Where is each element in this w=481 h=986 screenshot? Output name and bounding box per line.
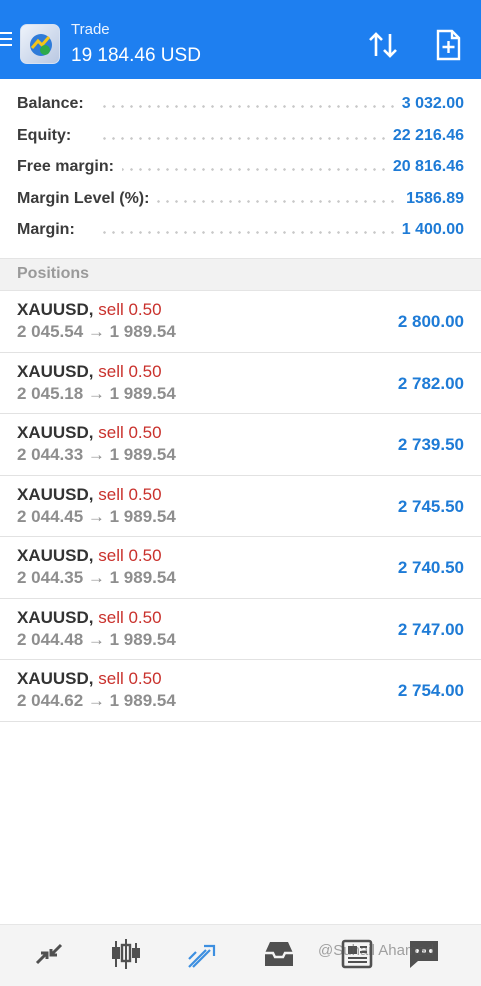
free-margin-value: 20 816.46 bbox=[384, 158, 464, 176]
trade-icon[interactable] bbox=[182, 937, 222, 973]
position-profit: 2 740.50 bbox=[397, 558, 464, 577]
position-side: sell 0.50 bbox=[98, 423, 162, 442]
position-row[interactable]: XAUUSD, sell 0.50 2 044.35 → 1 989.54 2 … bbox=[0, 537, 481, 599]
menu-icon[interactable] bbox=[0, 32, 14, 50]
position-symbol: XAUUSD, bbox=[17, 300, 94, 319]
position-side: sell 0.50 bbox=[98, 484, 162, 504]
app-header: Trade 19 184.46 USD bbox=[0, 0, 481, 79]
balance-value: 3 032.00 bbox=[393, 95, 464, 113]
position-side: sell 0.50 bbox=[98, 607, 162, 627]
chart-icon[interactable] bbox=[106, 937, 146, 973]
position-prices: 2 045.18 → 1 989.54 bbox=[17, 383, 176, 403]
sort-arrows-icon[interactable] bbox=[366, 28, 400, 62]
equity-label: Equity: bbox=[17, 126, 80, 145]
margin-level-row: Margin Level (%): 1586.89 bbox=[0, 183, 481, 215]
equity-row: Equity: 22 216.46 bbox=[0, 120, 481, 152]
position-row[interactable]: XAUUSD, sell 0.50 2 045.18 → 1 989.54 2 … bbox=[0, 353, 481, 414]
account-summary: Balance: 3 032.00 Equity: 22 216.46 Free… bbox=[0, 88, 481, 246]
page-title: Trade bbox=[71, 21, 110, 38]
new-order-icon[interactable] bbox=[432, 28, 464, 62]
position-profit: 2 754.00 bbox=[397, 681, 464, 700]
position-prices: 2 044.62 → 1 989.54 bbox=[17, 691, 176, 710]
position-profit: 2 747.00 bbox=[397, 619, 464, 639]
position-symbol: XAUUSD, bbox=[17, 607, 94, 627]
margin-label: Margin: bbox=[17, 221, 83, 239]
position-side: sell 0.50 bbox=[98, 300, 162, 319]
position-prices: 2 044.33 → 1 989.54 bbox=[17, 445, 176, 464]
position-side: sell 0.50 bbox=[98, 361, 162, 381]
balance-row: Balance: 3 032.00 bbox=[0, 88, 481, 120]
free-margin-label: Free margin: bbox=[17, 158, 122, 176]
positions-title: Positions bbox=[17, 265, 90, 282]
position-symbol: XAUUSD, bbox=[17, 546, 94, 565]
watermark: @Suhail Ahamad bbox=[318, 942, 435, 959]
position-prices: 2 045.54 → 1 989.54 bbox=[17, 322, 176, 341]
balance-label: Balance: bbox=[17, 95, 92, 113]
positions-list: XAUUSD, sell 0.50 2 045.54 → 1 989.54 2 … bbox=[0, 291, 481, 722]
position-symbol: XAUUSD, bbox=[17, 423, 94, 442]
margin-level-label: Margin Level (%): bbox=[17, 189, 158, 208]
position-profit: 2 800.00 bbox=[397, 312, 464, 331]
position-row[interactable]: XAUUSD, sell 0.50 2 044.33 → 1 989.54 2 … bbox=[0, 414, 481, 476]
quotes-icon[interactable] bbox=[29, 937, 69, 973]
position-prices: 2 044.45 → 1 989.54 bbox=[17, 506, 176, 526]
app-logo-icon bbox=[20, 24, 60, 64]
trade-screen: Trade 19 184.46 USD Balance: 3 032.00 Eq… bbox=[0, 0, 481, 986]
position-row[interactable]: XAUUSD, sell 0.50 2 045.54 → 1 989.54 2 … bbox=[0, 291, 481, 353]
history-icon[interactable] bbox=[259, 937, 299, 973]
position-row[interactable]: XAUUSD, sell 0.50 2 044.48 → 1 989.54 2 … bbox=[0, 599, 481, 660]
position-symbol: XAUUSD, bbox=[17, 361, 94, 381]
position-side: sell 0.50 bbox=[98, 546, 162, 565]
position-side: sell 0.50 bbox=[98, 669, 162, 688]
account-balance-display: 19 184.46 USD bbox=[71, 45, 201, 66]
margin-level-value: 1586.89 bbox=[398, 189, 464, 208]
position-row[interactable]: XAUUSD, sell 0.50 2 044.45 → 1 989.54 2 … bbox=[0, 476, 481, 537]
position-profit: 2 745.50 bbox=[397, 496, 464, 516]
position-row[interactable]: XAUUSD, sell 0.50 2 044.62 → 1 989.54 2 … bbox=[0, 660, 481, 722]
margin-row: Margin: 1 400.00 bbox=[0, 214, 481, 246]
position-symbol: XAUUSD, bbox=[17, 484, 94, 504]
free-margin-row: Free margin: 20 816.46 bbox=[0, 151, 481, 183]
position-prices: 2 044.35 → 1 989.54 bbox=[17, 568, 176, 587]
margin-value: 1 400.00 bbox=[393, 221, 464, 239]
position-symbol: XAUUSD, bbox=[17, 669, 94, 688]
position-prices: 2 044.48 → 1 989.54 bbox=[17, 629, 176, 649]
position-profit: 2 739.50 bbox=[397, 435, 464, 454]
equity-value: 22 216.46 bbox=[384, 126, 464, 145]
position-profit: 2 782.00 bbox=[397, 373, 464, 393]
positions-section-header: Positions bbox=[0, 258, 481, 291]
